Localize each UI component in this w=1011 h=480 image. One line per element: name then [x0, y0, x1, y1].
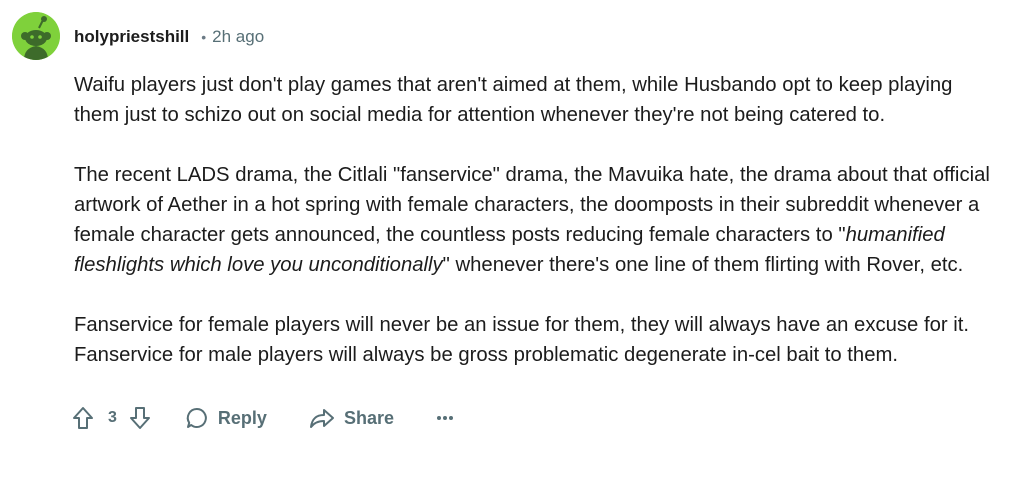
meta-separator: •: [201, 29, 207, 45]
avatar[interactable]: [12, 12, 60, 60]
upvote-button[interactable]: [72, 406, 94, 430]
speech-bubble-icon: [185, 406, 209, 430]
comment-paragraph: Waifu players just don't play games that…: [74, 74, 953, 126]
snoo-avatar-icon: [12, 12, 60, 60]
share-arrow-icon: [309, 406, 335, 430]
username-link[interactable]: holypriestshill: [74, 27, 189, 47]
reply-button[interactable]: Reply: [185, 406, 267, 430]
comment-header: holypriestshill • 2h ago: [74, 26, 264, 48]
reply-label: Reply: [217, 407, 267, 428]
paragraph-text: " whenever there's one line of them flir…: [442, 254, 964, 276]
comment: holypriestshill • 2h ago Waifu players j…: [0, 0, 1011, 480]
upvote-arrow-icon: [73, 407, 93, 429]
comment-paragraph: Fanservice for female players will never…: [74, 314, 970, 366]
vote-count: 3: [108, 409, 117, 426]
downvote-button[interactable]: [129, 406, 151, 430]
share-button[interactable]: Share: [309, 406, 394, 430]
comment-body: Waifu players just don't play games that…: [74, 70, 999, 370]
comment-action-bar: 3 Reply Share: [72, 402, 454, 434]
downvote-arrow-icon: [129, 407, 150, 429]
more-options-button[interactable]: [436, 415, 454, 421]
more-dots-icon: [436, 416, 453, 420]
share-label: Share: [343, 407, 394, 428]
timestamp[interactable]: 2h ago: [212, 27, 264, 47]
comment-paragraph: The recent LADS drama, the Citlali "fans…: [74, 160, 999, 280]
